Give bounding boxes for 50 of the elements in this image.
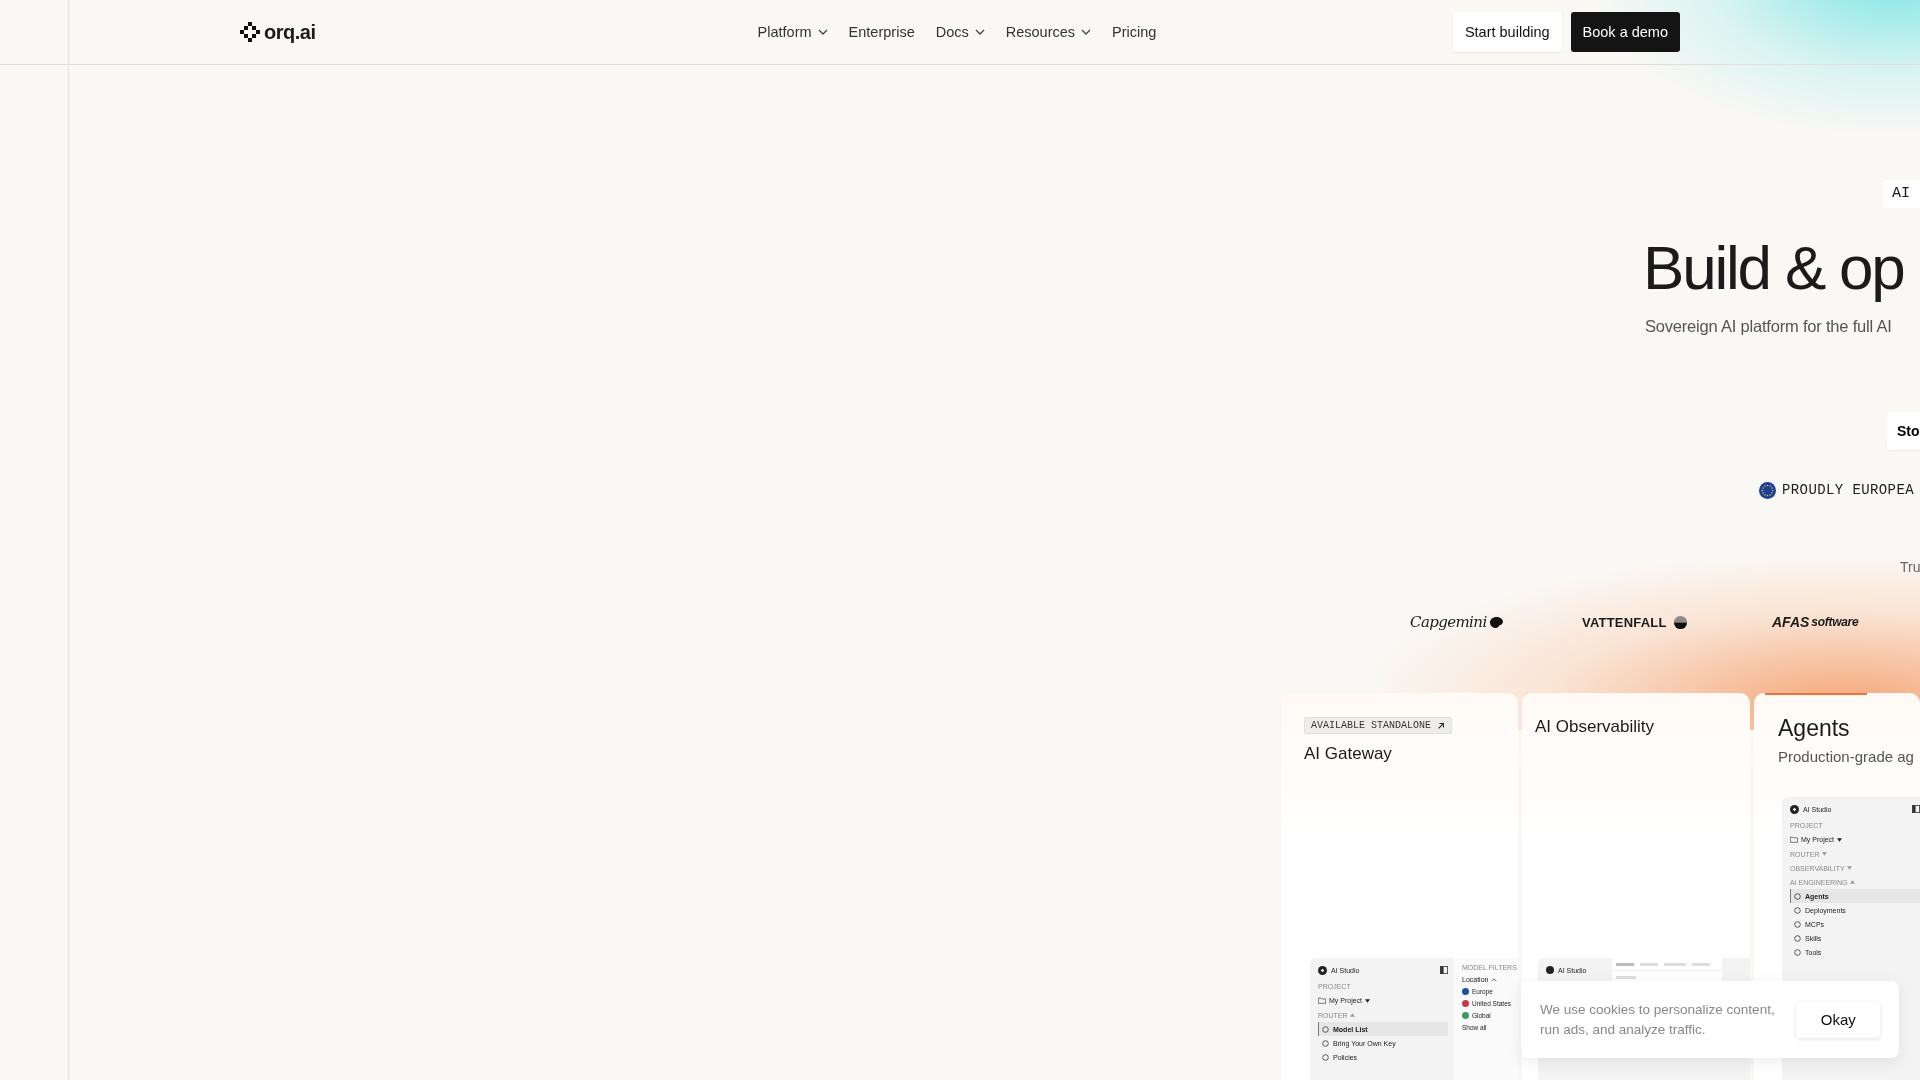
- circle-icon: [1794, 920, 1801, 928]
- trusted-label: Tru: [1900, 558, 1920, 577]
- circle-icon: [1794, 934, 1801, 942]
- caret-icon[interactable]: [1349, 1013, 1355, 1017]
- logo-icon: [1318, 965, 1327, 975]
- eu-label: PROUDLY EUROPEA: [1782, 482, 1915, 498]
- header-button[interactable]: Start building: [1452, 12, 1562, 52]
- logo-icon[interactable]: [240, 22, 260, 42]
- flag-icon: [1759, 481, 1776, 499]
- nav-link[interactable]: Pricing: [1112, 24, 1157, 40]
- circle-icon: [1794, 948, 1801, 956]
- hero-button[interactable]: Sto: [1887, 412, 1920, 450]
- circle-icon: [1794, 892, 1801, 900]
- circle-icon: [1322, 1025, 1329, 1033]
- nav-link[interactable]: Resources: [1005, 24, 1092, 40]
- nav-link[interactable]: Platform: [757, 24, 828, 40]
- customer-logo: AFASsoftware: [1772, 614, 1859, 630]
- caret-icon: [1837, 837, 1843, 842]
- caret-icon[interactable]: [1846, 866, 1852, 870]
- caret-icon[interactable]: [1849, 880, 1855, 884]
- caret-icon[interactable]: [1821, 852, 1827, 856]
- hero-badge: AI: [1882, 180, 1920, 208]
- folder-icon: [1318, 997, 1326, 1004]
- standalone-badge[interactable]: AVAILABLE STANDALONE: [1304, 717, 1453, 734]
- panel-icon[interactable]: [1440, 966, 1448, 974]
- card-title: Agents: [1778, 715, 1850, 742]
- spade-icon: [1488, 615, 1504, 629]
- hero-subtitle: Sovereign AI platform for the full AI: [1645, 316, 1892, 337]
- customer-logo: VATTENFALL: [1582, 614, 1667, 630]
- folder-icon: [1790, 836, 1798, 843]
- card-title: AI Observability: [1535, 717, 1655, 737]
- half-circle-icon: [1672, 614, 1688, 630]
- logo-icon: [1546, 966, 1554, 974]
- customer-logo: Capgemini: [1410, 613, 1487, 631]
- nav-link[interactable]: Docs: [935, 24, 985, 40]
- card-title: AI Gateway: [1304, 744, 1392, 764]
- arrow-up-right-icon: [1437, 721, 1446, 730]
- logo-icon: [1790, 804, 1799, 814]
- circle-icon: [1322, 1053, 1329, 1061]
- card-subtitle: Production-grade ag: [1778, 748, 1914, 765]
- nav-link[interactable]: Enterprise: [848, 24, 915, 40]
- okay-button[interactable]: Okay: [1796, 1001, 1880, 1038]
- circle-icon: [1794, 906, 1801, 914]
- header-button[interactable]: Book a demo: [1570, 12, 1680, 52]
- circle-icon: [1322, 1039, 1329, 1047]
- logo-text[interactable]: orq.ai: [264, 20, 316, 44]
- chevron-icon: [1491, 977, 1498, 982]
- panel-icon[interactable]: [1912, 805, 1920, 813]
- hero-title: Build & op: [1643, 232, 1904, 304]
- caret-icon: [1365, 998, 1371, 1003]
